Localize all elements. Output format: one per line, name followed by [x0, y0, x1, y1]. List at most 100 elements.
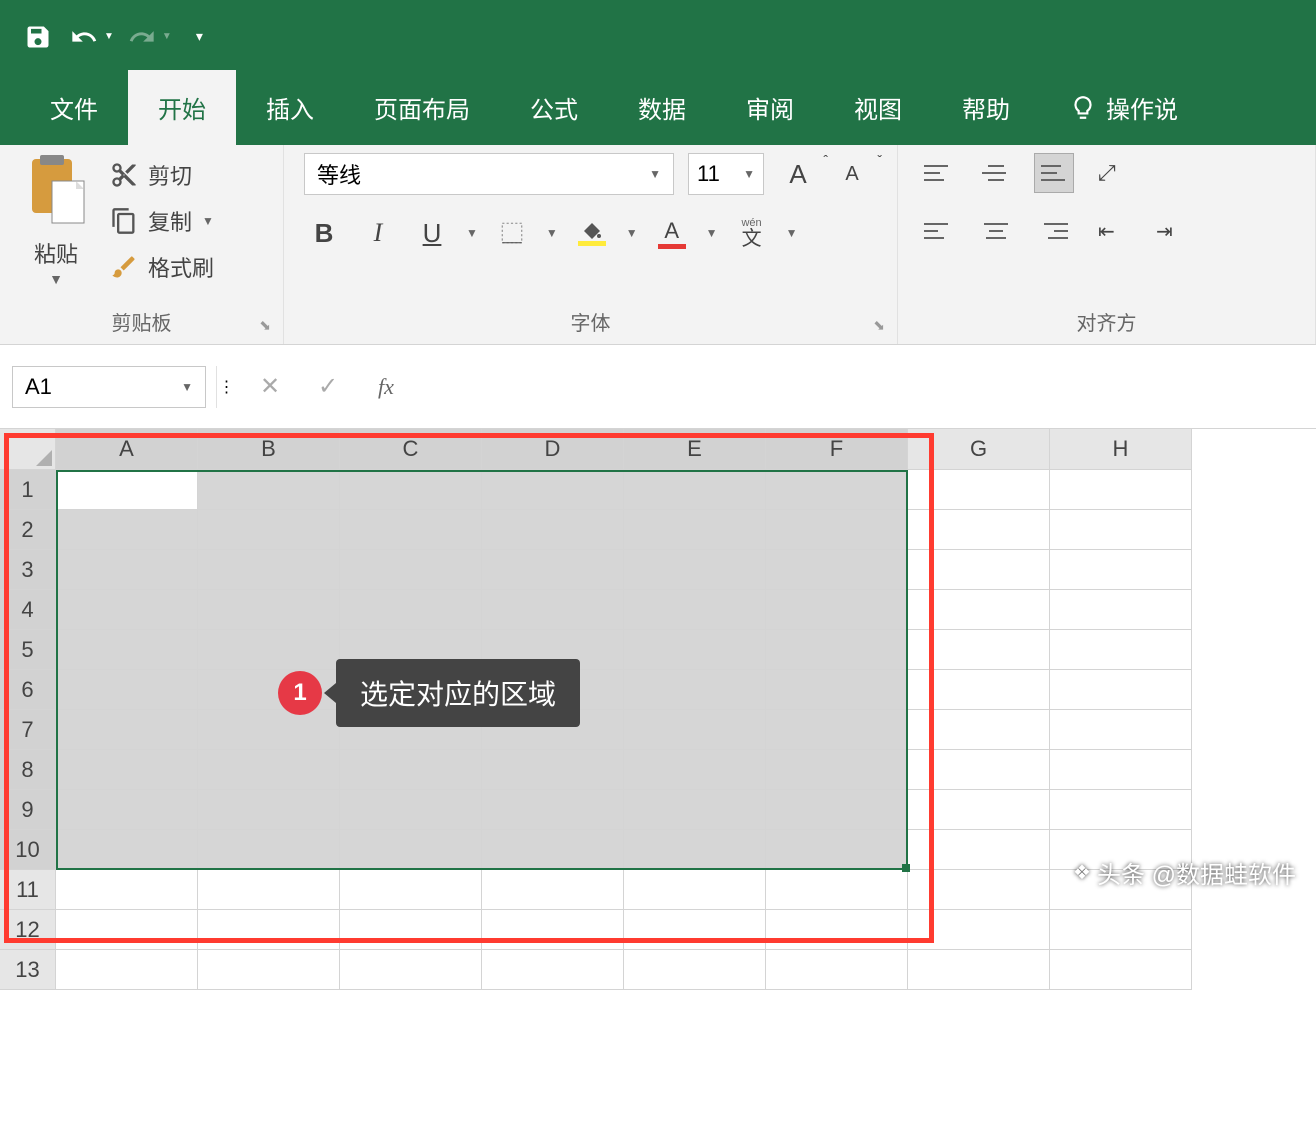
cell[interactable]: [624, 630, 766, 670]
cell[interactable]: [624, 750, 766, 790]
decrease-indent-button[interactable]: ⇤: [1092, 211, 1132, 251]
align-right-button[interactable]: [1034, 211, 1074, 251]
cell[interactable]: [56, 870, 198, 910]
font-name-select[interactable]: 等线 ▼: [304, 153, 674, 195]
underline-button[interactable]: U: [412, 213, 452, 253]
cell[interactable]: [624, 550, 766, 590]
redo-button[interactable]: [124, 19, 160, 55]
cell[interactable]: [340, 950, 482, 990]
cell[interactable]: [198, 950, 340, 990]
cell[interactable]: [1050, 510, 1192, 550]
cell[interactable]: [482, 910, 624, 950]
cell[interactable]: [482, 830, 624, 870]
cell[interactable]: [1050, 950, 1192, 990]
row-header[interactable]: 6: [0, 670, 56, 710]
increase-font-button[interactable]: Aˆ: [778, 154, 818, 194]
cell[interactable]: [1050, 910, 1192, 950]
cell[interactable]: [482, 590, 624, 630]
cell[interactable]: [56, 670, 198, 710]
row-header[interactable]: 2: [0, 510, 56, 550]
row-header[interactable]: 4: [0, 590, 56, 630]
cell[interactable]: [1050, 750, 1192, 790]
font-size-select[interactable]: 11 ▼: [688, 153, 764, 195]
cell[interactable]: [908, 630, 1050, 670]
tab-home[interactable]: 开始: [128, 70, 236, 145]
align-center-button[interactable]: [976, 211, 1016, 251]
save-button[interactable]: [20, 19, 56, 55]
cell[interactable]: [340, 830, 482, 870]
cell[interactable]: [766, 470, 908, 510]
phonetic-button[interactable]: wén 文: [732, 213, 772, 253]
column-header[interactable]: E: [624, 429, 766, 470]
cell[interactable]: [56, 470, 198, 510]
row-header[interactable]: 7: [0, 710, 56, 750]
cell[interactable]: [766, 590, 908, 630]
cell[interactable]: [624, 510, 766, 550]
name-box[interactable]: A1 ▼: [12, 366, 206, 408]
cell[interactable]: [1050, 710, 1192, 750]
cell[interactable]: [56, 710, 198, 750]
cell[interactable]: [1050, 590, 1192, 630]
cell[interactable]: [198, 750, 340, 790]
fill-color-button[interactable]: [572, 213, 612, 253]
column-header[interactable]: H: [1050, 429, 1192, 470]
row-header[interactable]: 1: [0, 470, 56, 510]
cell[interactable]: [624, 910, 766, 950]
font-color-dropdown-icon[interactable]: ▼: [706, 226, 718, 240]
column-header[interactable]: F: [766, 429, 908, 470]
cell[interactable]: [624, 470, 766, 510]
font-expand-icon[interactable]: ⬊: [873, 317, 885, 334]
row-header[interactable]: 11: [0, 870, 56, 910]
cell[interactable]: [766, 670, 908, 710]
tab-view[interactable]: 视图: [824, 70, 932, 145]
cell[interactable]: [624, 590, 766, 630]
cell[interactable]: [482, 550, 624, 590]
column-header[interactable]: B: [198, 429, 340, 470]
paste-button[interactable]: 粘贴 ▼: [12, 153, 100, 303]
fill-dropdown-icon[interactable]: ▼: [626, 226, 638, 240]
cell[interactable]: [908, 710, 1050, 750]
row-header[interactable]: 9: [0, 790, 56, 830]
cell[interactable]: [766, 550, 908, 590]
cell[interactable]: [1050, 550, 1192, 590]
cell[interactable]: [56, 950, 198, 990]
cell[interactable]: [482, 790, 624, 830]
cell[interactable]: [56, 590, 198, 630]
cell[interactable]: [1050, 670, 1192, 710]
cell[interactable]: [198, 590, 340, 630]
cell[interactable]: [482, 870, 624, 910]
cell[interactable]: [766, 750, 908, 790]
cell[interactable]: [56, 550, 198, 590]
row-header[interactable]: 3: [0, 550, 56, 590]
row-header[interactable]: 8: [0, 750, 56, 790]
cell[interactable]: [766, 910, 908, 950]
cell[interactable]: [908, 910, 1050, 950]
fx-button[interactable]: fx: [362, 366, 410, 408]
copy-button[interactable]: 复制 ▼: [110, 205, 214, 237]
undo-button[interactable]: [66, 19, 102, 55]
format-painter-button[interactable]: 格式刷: [110, 251, 214, 283]
cell[interactable]: [766, 830, 908, 870]
cell[interactable]: [766, 950, 908, 990]
cell[interactable]: [1050, 470, 1192, 510]
cell[interactable]: [340, 590, 482, 630]
cell[interactable]: [340, 550, 482, 590]
italic-button[interactable]: I: [358, 213, 398, 253]
cell[interactable]: [198, 870, 340, 910]
cell[interactable]: [908, 750, 1050, 790]
increase-indent-button[interactable]: ⇥: [1150, 211, 1190, 251]
cell[interactable]: [56, 510, 198, 550]
cell[interactable]: [624, 950, 766, 990]
cell[interactable]: [340, 910, 482, 950]
align-top-button[interactable]: [918, 153, 958, 193]
cell[interactable]: [908, 590, 1050, 630]
cell[interactable]: [908, 950, 1050, 990]
tell-me[interactable]: 操作说: [1040, 70, 1208, 145]
cell[interactable]: [56, 790, 198, 830]
cell[interactable]: [340, 510, 482, 550]
paste-dropdown-icon[interactable]: ▼: [49, 271, 63, 287]
cell[interactable]: [1050, 630, 1192, 670]
cell[interactable]: [340, 790, 482, 830]
cell[interactable]: [766, 710, 908, 750]
cell[interactable]: [340, 870, 482, 910]
